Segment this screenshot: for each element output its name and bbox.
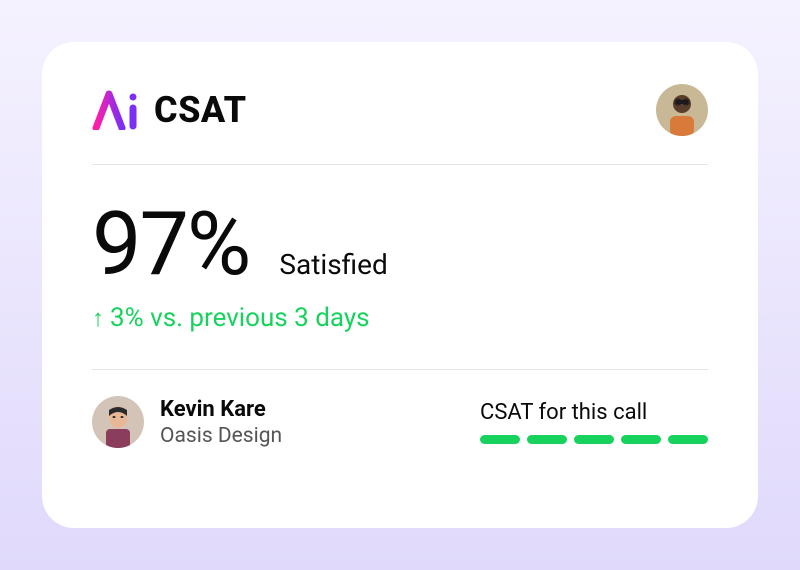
caller-text: Kevin Kare Oasis Design [160,397,282,448]
call-csat-block: CSAT for this call [480,400,708,444]
user-avatar[interactable] [656,84,708,136]
divider [92,164,708,165]
brand: CSAT [92,89,247,131]
footer-row: Kevin Kare Oasis Design CSAT for this ca… [92,396,708,448]
caller-company: Oasis Design [160,424,282,448]
caller-info-block: Kevin Kare Oasis Design [92,396,282,448]
score-value: 97% [92,201,249,289]
brand-logo-icon [92,90,140,130]
divider [92,369,708,370]
score-delta: ↑ 3% vs. previous 3 days [92,303,708,333]
delta-text: 3% vs. previous 3 days [110,303,370,333]
rating-bar [668,435,708,444]
rating-bar [574,435,614,444]
page-title: CSAT [154,89,247,131]
score-row: 97% Satisfied [92,201,708,289]
caller-name: Kevin Kare [160,397,282,422]
card-header: CSAT [92,84,708,136]
call-csat-label: CSAT for this call [480,400,647,425]
rating-bars [480,435,708,444]
rating-bar [621,435,661,444]
score-label: Satisfied [279,248,387,281]
rating-bar [527,435,567,444]
csat-card: CSAT 97% Satisfied ↑ 3% vs. previous 3 d… [42,42,758,528]
arrow-up-icon: ↑ [92,306,104,330]
rating-bar [480,435,520,444]
caller-avatar[interactable] [92,396,144,448]
